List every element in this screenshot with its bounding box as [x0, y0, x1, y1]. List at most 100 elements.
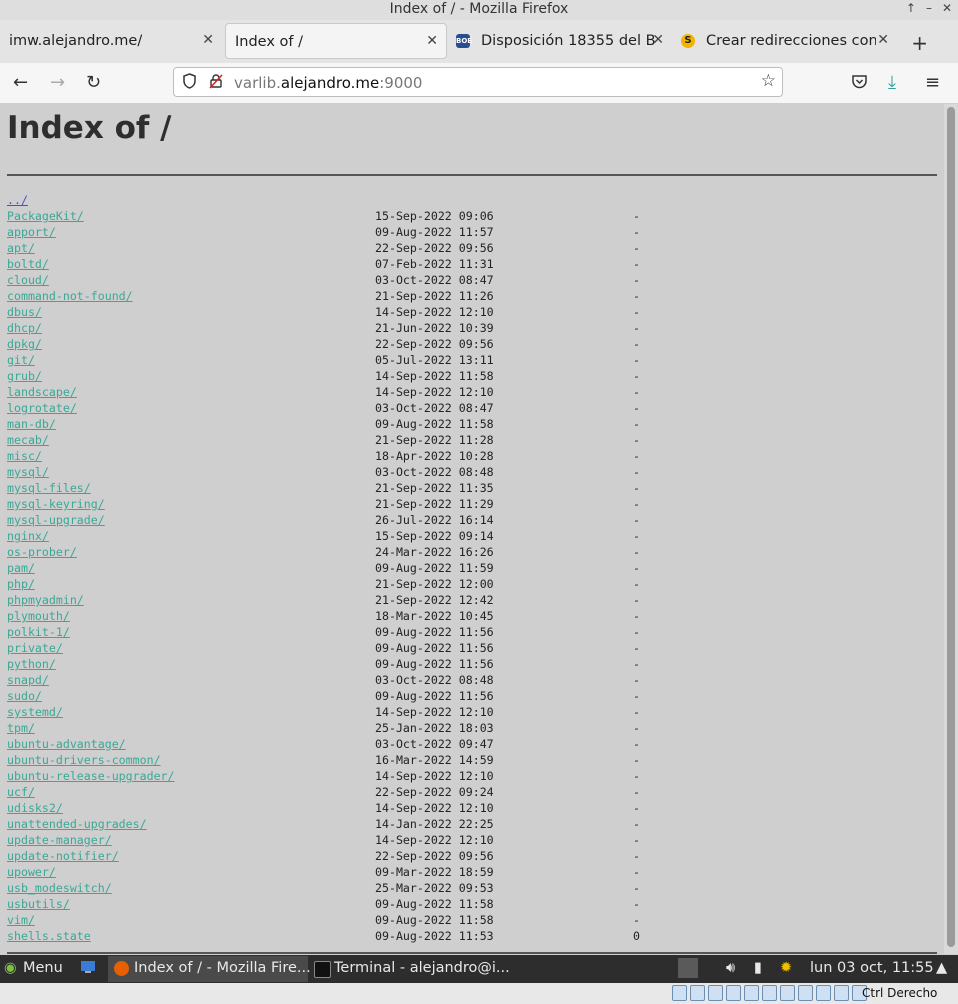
- entry-link[interactable]: systemd/: [7, 705, 63, 719]
- entry-link[interactable]: usbutils/: [7, 897, 70, 911]
- tab-index-of[interactable]: Index of / ✕: [225, 23, 447, 59]
- entry-link[interactable]: upower/: [7, 865, 56, 879]
- back-icon[interactable]: ←: [13, 72, 28, 93]
- network-icon[interactable]: [726, 985, 741, 1001]
- entry-link[interactable]: php/: [7, 577, 35, 591]
- entry-link[interactable]: PackageKit/: [7, 209, 84, 223]
- mouse-integration-icon[interactable]: [834, 985, 849, 1001]
- entry-link[interactable]: update-notifier/: [7, 849, 119, 863]
- volume-icon[interactable]: 🔊︎: [726, 960, 735, 976]
- entry-link[interactable]: dbus/: [7, 305, 42, 319]
- menu-hamburger-icon[interactable]: ≡: [925, 72, 940, 93]
- entry-link[interactable]: mysql-keyring/: [7, 497, 105, 511]
- entry-size: -: [633, 625, 640, 639]
- downloads-icon[interactable]: ⤓: [888, 72, 896, 93]
- list-item: logrotate/03-Oct-2022 08:47 -: [7, 400, 640, 416]
- entry-link[interactable]: nginx/: [7, 529, 49, 543]
- recording-icon[interactable]: [798, 985, 813, 1001]
- close-tab-icon[interactable]: ✕: [652, 32, 664, 48]
- entry-link[interactable]: ubuntu-advantage/: [7, 737, 126, 751]
- entry-link[interactable]: dpkg/: [7, 337, 42, 351]
- entry-link[interactable]: private/: [7, 641, 63, 655]
- entry-link[interactable]: mysql-upgrade/: [7, 513, 105, 527]
- list-item: vim/09-Aug-2022 11:58 -: [7, 912, 640, 928]
- entry-link[interactable]: pam/: [7, 561, 35, 575]
- url-text[interactable]: varlib.alejandro.me:9000: [234, 74, 422, 92]
- window-minimize-button[interactable]: –: [926, 1, 932, 15]
- entry-link[interactable]: os-prober/: [7, 545, 77, 559]
- entry-link[interactable]: polkit-1/: [7, 625, 70, 639]
- entry-link[interactable]: shells.state: [7, 929, 91, 943]
- hard-disk-icon[interactable]: [672, 985, 687, 1001]
- optical-drive-icon[interactable]: [690, 985, 705, 1001]
- entry-link[interactable]: update-manager/: [7, 833, 112, 847]
- entry-link[interactable]: dhcp/: [7, 321, 42, 335]
- scrollbar-thumb[interactable]: [947, 107, 955, 947]
- entry-link[interactable]: vim/: [7, 913, 35, 927]
- updates-icon[interactable]: ✹: [780, 960, 792, 976]
- entry-link[interactable]: usb_modeswitch/: [7, 881, 112, 895]
- entry-link[interactable]: mysql/: [7, 465, 49, 479]
- usb-icon[interactable]: [744, 985, 759, 1001]
- entry-link[interactable]: unattended-upgrades/: [7, 817, 147, 831]
- tab-label: Crear redirecciones con: [706, 33, 876, 49]
- close-tab-icon[interactable]: ✕: [426, 33, 438, 49]
- tab-disposicion[interactable]: BOE Disposición 18355 del BO ✕: [450, 23, 672, 59]
- entry-link[interactable]: logrotate/: [7, 401, 77, 415]
- entry-link[interactable]: python/: [7, 657, 56, 671]
- insecure-lock-icon[interactable]: [208, 73, 224, 93]
- menu-button[interactable]: Menu: [23, 960, 63, 976]
- pocket-icon[interactable]: [851, 74, 868, 94]
- entry-link[interactable]: sudo/: [7, 689, 42, 703]
- bookmark-star-icon[interactable]: ☆: [761, 71, 776, 91]
- entry-link[interactable]: plymouth/: [7, 609, 70, 623]
- entry-link[interactable]: grub/: [7, 369, 42, 383]
- window-raise-button[interactable]: ↑: [906, 1, 916, 15]
- entry-link[interactable]: ubuntu-drivers-common/: [7, 753, 161, 767]
- close-tab-icon[interactable]: ✕: [202, 32, 214, 48]
- entry-date: 22-Sep-2022 09:24: [375, 785, 494, 799]
- entry-link[interactable]: udisks2/: [7, 801, 63, 815]
- cpu-icon[interactable]: [816, 985, 831, 1001]
- tab-imw[interactable]: imw.alejandro.me/ ✕: [0, 23, 222, 59]
- new-tab-icon[interactable]: +: [911, 31, 928, 55]
- entry-link[interactable]: git/: [7, 353, 35, 367]
- entry-link[interactable]: tpm/: [7, 721, 35, 735]
- shield-icon[interactable]: [182, 73, 197, 93]
- entry-link[interactable]: ucf/: [7, 785, 35, 799]
- display-icon[interactable]: [780, 985, 795, 1001]
- entry-link[interactable]: cloud/: [7, 273, 49, 287]
- entry-link[interactable]: mysql-files/: [7, 481, 91, 495]
- shared-folders-icon[interactable]: [762, 985, 777, 1001]
- notifications-icon[interactable]: ▲: [936, 960, 947, 976]
- list-item: shells.state 09-Aug-2022 11:53 0: [7, 928, 640, 944]
- reload-icon[interactable]: ↻: [86, 72, 101, 93]
- audio-icon[interactable]: [708, 985, 723, 1001]
- entry-link[interactable]: command-not-found/: [7, 289, 133, 303]
- url-bar[interactable]: varlib.alejandro.me:9000 ☆: [173, 67, 783, 97]
- taskbar-window-terminal[interactable]: Terminal - alejandro@i...: [308, 956, 510, 982]
- firefox-tray-icon[interactable]: [678, 958, 698, 978]
- entry-link[interactable]: mecab/: [7, 433, 49, 447]
- entry-link[interactable]: phpmyadmin/: [7, 593, 84, 607]
- vertical-scrollbar[interactable]: [944, 104, 958, 954]
- entry-link[interactable]: apt/: [7, 241, 35, 255]
- window-close-button[interactable]: ✕: [942, 1, 952, 15]
- clock[interactable]: lun 03 oct, 11:55: [810, 960, 934, 976]
- entry-link[interactable]: apport/: [7, 225, 56, 239]
- tab-redirecciones[interactable]: S Crear redirecciones con ✕: [675, 23, 897, 59]
- battery-icon[interactable]: ▮: [754, 960, 762, 976]
- entry-link[interactable]: snapd/: [7, 673, 49, 687]
- entry-link[interactable]: man-db/: [7, 417, 56, 431]
- parent-directory-link[interactable]: ../: [7, 193, 28, 207]
- show-desktop-icon[interactable]: [80, 960, 96, 978]
- entry-link[interactable]: ubuntu-release-upgrader/: [7, 769, 175, 783]
- taskbar-window-firefox[interactable]: Index of / - Mozilla Fire...: [108, 956, 311, 982]
- entry-link[interactable]: boltd/: [7, 257, 49, 271]
- close-tab-icon[interactable]: ✕: [877, 32, 889, 48]
- forward-icon[interactable]: →: [50, 72, 65, 93]
- entry-link[interactable]: landscape/: [7, 385, 77, 399]
- entry-link[interactable]: misc/: [7, 449, 42, 463]
- mint-logo-icon[interactable]: ◉: [4, 960, 17, 976]
- entry-size: -: [633, 609, 640, 623]
